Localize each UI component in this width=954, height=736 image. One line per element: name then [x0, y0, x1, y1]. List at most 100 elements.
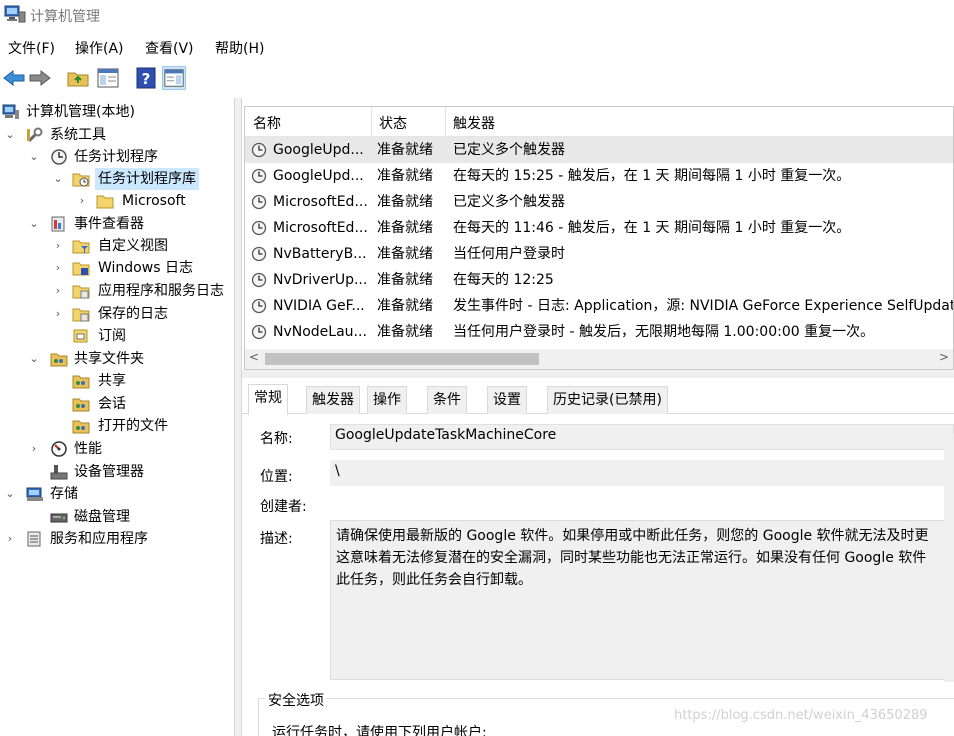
chevron-down-icon[interactable]: ⌄	[52, 168, 64, 190]
chevron-down-icon[interactable]: ⌄	[4, 483, 16, 505]
performance-gauge-icon	[51, 441, 67, 457]
task-list: 名称 状态 触发器 GoogleUpd... 准备就绪 已定义多个触发器 Google…	[244, 106, 954, 370]
chevron-right-icon[interactable]: ›	[52, 257, 64, 279]
shared-folder-icon	[72, 398, 90, 412]
chevron-right-icon[interactable]: ›	[28, 438, 40, 460]
task-status: 准备就绪	[377, 324, 433, 340]
event-viewer-icon	[51, 216, 65, 232]
column-header-status[interactable]: 状态	[379, 113, 407, 133]
column-header-trigger[interactable]: 触发器	[453, 113, 495, 133]
chevron-down-icon[interactable]: ⌄	[4, 124, 16, 146]
task-clock-icon	[251, 324, 267, 340]
computer-management-icon	[4, 5, 26, 23]
tools-icon	[27, 127, 43, 143]
forward-arrow-icon[interactable]	[28, 66, 52, 90]
table-row[interactable]: GoogleUpd... 准备就绪 在每天的 15:25 - 触发后，在 1 天 期…	[245, 163, 953, 189]
vertical-splitter[interactable]	[234, 98, 242, 736]
description-line: 这意味着无法修复潜在的安全漏洞，同时某些功能也无法正常运行。如果没有任何 Goo…	[336, 550, 927, 566]
task-name: MicrosoftEd...	[273, 194, 367, 210]
chevron-right-icon[interactable]: ›	[76, 190, 88, 212]
menu-action[interactable]: 操作(A)	[75, 38, 124, 58]
task-status: 准备就绪	[377, 168, 433, 184]
chevron-right-icon[interactable]: ›	[52, 303, 64, 325]
device-manager-icon	[50, 465, 68, 480]
task-clock-icon	[251, 272, 267, 288]
tree-label: 应用程序和服务日志	[98, 283, 224, 299]
location-field[interactable]: \	[330, 460, 954, 486]
task-clock-icon	[251, 194, 267, 210]
tab-history[interactable]: 历史记录(已禁用)	[547, 386, 668, 414]
tree-label: 系统工具	[50, 127, 106, 143]
tree-label: 打开的文件	[98, 418, 168, 434]
task-status: 准备就绪	[377, 194, 433, 210]
tab-triggers[interactable]: 触发器	[306, 386, 360, 414]
horizontal-scrollbar[interactable]: < >	[245, 349, 953, 369]
menu-file[interactable]: 文件(F)	[8, 38, 55, 58]
task-status: 准备就绪	[377, 272, 433, 288]
task-clock-icon	[251, 246, 267, 262]
table-row[interactable]: MicrosoftEd... 准备就绪 在每天的 11:46 - 触发后，在 1 天…	[245, 215, 953, 241]
task-status: 准备就绪	[377, 142, 433, 158]
show-hide-tree-icon[interactable]	[96, 66, 120, 90]
up-folder-icon[interactable]	[66, 66, 90, 90]
tree-label: 设备管理器	[74, 464, 144, 480]
tree-label: Windows 日志	[98, 260, 193, 276]
task-name: NvBatteryB...	[273, 246, 367, 262]
column-header-name[interactable]: 名称	[253, 113, 281, 133]
chevron-down-icon[interactable]: ⌄	[28, 213, 40, 235]
name-field[interactable]: GoogleUpdateTaskMachineCore	[330, 424, 954, 450]
detail-tabs: 常规 触发器 操作 条件 设置 历史记录(已禁用)	[242, 384, 954, 415]
tree-label: 自定义视图	[98, 238, 168, 254]
chevron-down-icon[interactable]: ⌄	[28, 146, 40, 168]
tab-actions[interactable]: 操作	[367, 386, 407, 414]
folder-clock-icon	[72, 173, 90, 187]
menu-help[interactable]: 帮助(H)	[215, 38, 264, 58]
table-row[interactable]: NvDriverUp... 准备就绪 在每天的 12:25	[245, 267, 953, 293]
scroll-left-arrow[interactable]: <	[249, 350, 259, 364]
task-clock-icon	[251, 142, 267, 158]
table-row[interactable]: MicrosoftEd... 准备就绪 已定义多个触发器	[245, 189, 953, 215]
column-divider[interactable]	[371, 107, 372, 137]
tree-label: 共享	[98, 373, 126, 389]
tab-general[interactable]: 常规	[248, 384, 288, 415]
task-trigger: 在每天的 15:25 - 触发后，在 1 天 期间每隔 1 小时 重复一次。	[453, 168, 851, 184]
list-header: 名称 状态 触发器	[245, 107, 953, 137]
scrollbar-thumb[interactable]	[265, 353, 539, 365]
horizontal-splitter[interactable]	[242, 370, 954, 378]
watermark: https://blog.csdn.net/weixin_43650289	[674, 708, 928, 723]
tree-label: 会话	[98, 396, 126, 412]
name-label: 名称:	[260, 431, 293, 447]
description-field[interactable]: 请确保使用最新版的 Google 软件。如果停用或中断此任务，则您的 Googl…	[330, 520, 954, 680]
task-trigger: 在每天的 11:46 - 触发后，在 1 天 期间每隔 1 小时 重复一次。	[453, 220, 851, 236]
tab-settings[interactable]: 设置	[487, 386, 527, 414]
tree-label: 服务和应用程序	[50, 531, 148, 547]
vertical-scrollbar[interactable]	[944, 434, 954, 682]
table-row[interactable]: NvBatteryB... 准备就绪 当任何用户登录时	[245, 241, 953, 267]
shared-folder-icon	[72, 375, 90, 389]
back-arrow-icon[interactable]	[2, 66, 26, 90]
column-divider[interactable]	[445, 107, 446, 137]
task-detail-pane: 常规 触发器 操作 条件 设置 历史记录(已禁用) 名称: GoogleUpda…	[242, 378, 954, 736]
task-trigger: 已定义多个触发器	[453, 194, 565, 210]
tree-label: 任务计划程序	[74, 149, 158, 165]
task-trigger: 当任何用户登录时 - 触发后，无限期地每隔 1.00:00:00 重复一次。	[453, 324, 875, 340]
disk-icon	[50, 513, 68, 523]
table-row[interactable]: GoogleUpd... 准备就绪 已定义多个触发器	[245, 137, 953, 163]
security-options-title: 安全选项	[266, 690, 326, 710]
tree-label: 保存的日志	[98, 306, 168, 322]
table-row[interactable]: NVIDIA GeF... 准备就绪 发生事件时 - 日志: Application…	[245, 293, 953, 319]
action-pane-icon[interactable]	[162, 66, 186, 90]
table-row[interactable]: NvNodeLau... 准备就绪 当任何用户登录时 - 触发后，无限期地每隔 1.…	[245, 319, 953, 345]
subscription-icon	[73, 329, 88, 343]
folder-icon	[96, 195, 114, 209]
scroll-right-arrow[interactable]: >	[939, 350, 949, 364]
chevron-right-icon[interactable]: ›	[4, 528, 16, 550]
folder-log-icon	[72, 308, 90, 322]
chevron-down-icon[interactable]: ⌄	[28, 348, 40, 370]
help-icon[interactable]: ?	[134, 66, 158, 90]
chevron-right-icon[interactable]: ›	[52, 235, 64, 257]
menu-view[interactable]: 查看(V)	[145, 38, 194, 58]
tab-conditions[interactable]: 条件	[427, 386, 467, 414]
task-status: 准备就绪	[377, 246, 433, 262]
chevron-right-icon[interactable]: ›	[52, 280, 64, 302]
